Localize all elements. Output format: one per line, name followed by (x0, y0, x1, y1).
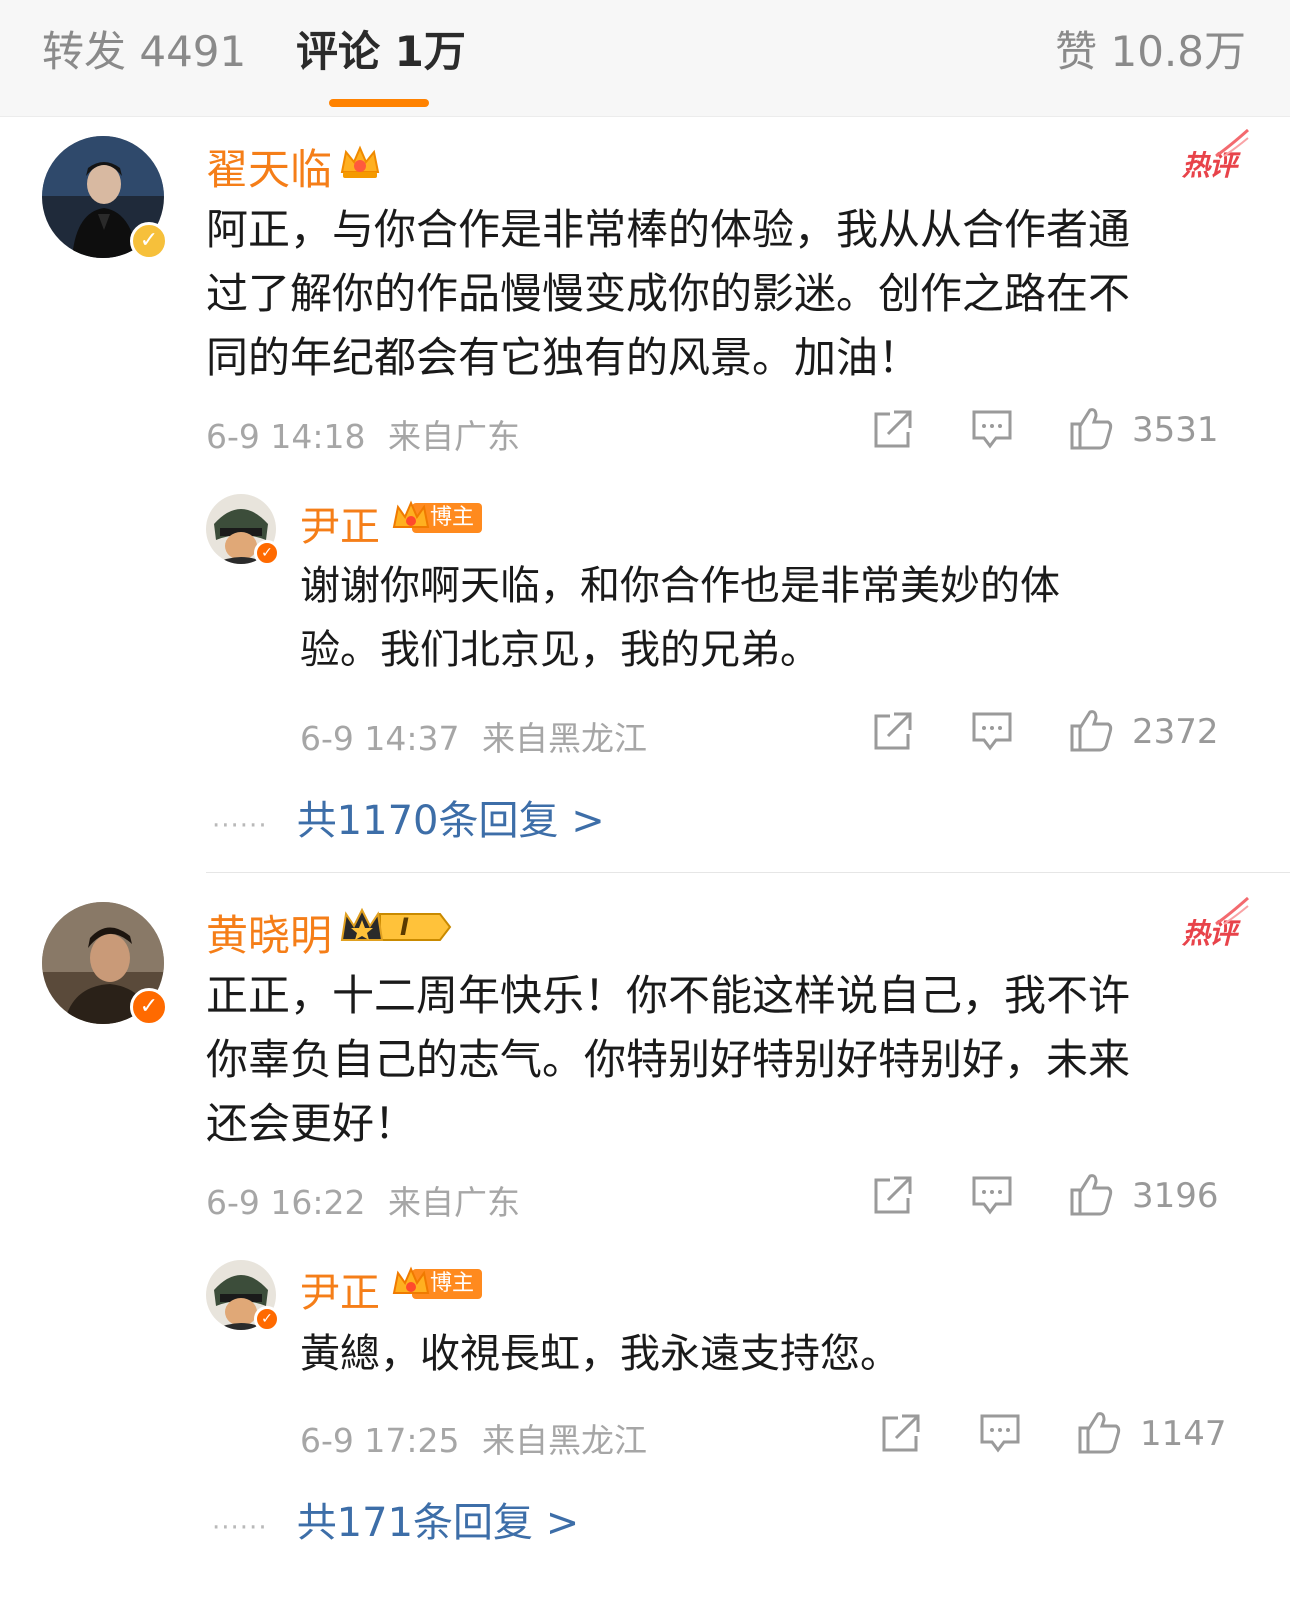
verified-icon: ✓ (254, 540, 280, 566)
reply-icon[interactable] (970, 1174, 1014, 1216)
reply-actions: 1147 (878, 1412, 1258, 1462)
like-icon[interactable] (1068, 706, 1116, 754)
avatar[interactable]: ✓ (42, 902, 168, 1026)
verified-icon: ✓ (254, 1306, 280, 1332)
like-count: 2372 (1132, 712, 1219, 752)
comment-text: 正正，十二周年快乐！你不能这样说自己，我不许 你辜负自己的志气。你特别好特别好特… (206, 971, 1131, 1148)
share-icon[interactable] (870, 1174, 916, 1216)
like-icon[interactable] (1068, 404, 1116, 452)
reply-meta: 6-9 14:37 来自黑龙江 (300, 712, 647, 760)
blogger-badge: 博主 (392, 499, 484, 541)
vip-level-label: I (400, 913, 409, 941)
avatar[interactable]: ✓ (206, 1260, 280, 1332)
comment-time: 6-9 14:18 (206, 417, 366, 456)
more-replies-row: ······ 共171条回复 > (212, 1490, 579, 1548)
reply-icon[interactable] (970, 408, 1014, 450)
reply-location: 来自黑龙江 (482, 1421, 647, 1460)
username[interactable]: 翟天临 (206, 136, 332, 197)
reply-time: 6-9 17:25 (300, 1421, 460, 1460)
hot-comment-badge: 热评 (1182, 128, 1249, 184)
dots-icon: ······ (212, 1513, 268, 1543)
reply-location: 来自黑龙江 (482, 719, 647, 758)
tab-comments[interactable]: 评论 1万 (296, 22, 466, 82)
hot-comment-badge: 热评 (1182, 896, 1249, 952)
reply-icon[interactable] (970, 710, 1014, 752)
reply-meta: 6-9 17:25 来自黑龙江 (300, 1414, 647, 1462)
reply-actions: 2372 (870, 710, 1250, 760)
comment-tabs: 转发 4491 评论 1万 赞 10.8万 (0, 0, 1290, 117)
avatar[interactable]: ✓ (42, 136, 168, 260)
comment-location: 来自广东 (388, 417, 520, 456)
like-icon[interactable] (1076, 1408, 1124, 1456)
more-replies-link[interactable]: 共171条回复 > (297, 1500, 580, 1546)
more-replies-row: ······ 共1170条回复 > (212, 788, 605, 846)
flame-streak-icon (1215, 896, 1249, 926)
like-count: 1147 (1140, 1414, 1227, 1454)
vip-level-badge: I (340, 906, 452, 952)
reply-time: 6-9 14:37 (300, 719, 460, 758)
reply-text: 黃總，收視長虹，我永遠支持您。 (300, 1331, 900, 1377)
divider (206, 872, 1290, 873)
flame-streak-icon (1215, 128, 1249, 158)
comment-meta: 6-9 14:18 来自广东 (206, 410, 520, 458)
like-count: 3531 (1132, 410, 1219, 450)
comment-location: 来自广东 (388, 1183, 520, 1222)
comment-time: 6-9 16:22 (206, 1183, 366, 1222)
comment-actions: 3531 (870, 408, 1250, 458)
comment-text: 阿正，与你合作是非常棒的体验，我从从合作者通 过了解你的作品慢慢变成你的影迷。创… (206, 205, 1131, 382)
like-count: 3196 (1132, 1176, 1219, 1216)
comment-meta: 6-9 16:22 来自广东 (206, 1176, 520, 1224)
crown-badge-icon (338, 140, 382, 188)
blogger-badge: 博主 (392, 1265, 484, 1307)
comment-actions: 3196 (870, 1174, 1250, 1224)
reply-text: 谢谢你啊天临，和你合作也是非常美妙的体 验。我们北京见，我的兄弟。 (300, 563, 1060, 673)
share-icon[interactable] (870, 408, 916, 450)
share-icon[interactable] (878, 1412, 924, 1454)
blogger-badge-label: 博主 (430, 1271, 475, 1296)
tab-repost[interactable]: 转发 4491 (42, 22, 246, 82)
share-icon[interactable] (870, 710, 916, 752)
verified-icon: ✓ (130, 988, 168, 1026)
username[interactable]: 尹正 (300, 494, 380, 552)
like-icon[interactable] (1068, 1170, 1116, 1218)
username[interactable]: 尹正 (300, 1260, 380, 1318)
dots-icon: ······ (212, 811, 268, 841)
tab-likes[interactable]: 赞 10.8万 (1055, 22, 1246, 82)
reply-icon[interactable] (978, 1412, 1022, 1454)
verified-icon: ✓ (130, 222, 168, 260)
active-tab-indicator (329, 99, 429, 107)
username[interactable]: 黄晓明 (206, 902, 332, 963)
more-replies-link[interactable]: 共1170条回复 > (297, 798, 605, 844)
blogger-badge-label: 博主 (430, 505, 475, 530)
avatar[interactable]: ✓ (206, 494, 280, 566)
